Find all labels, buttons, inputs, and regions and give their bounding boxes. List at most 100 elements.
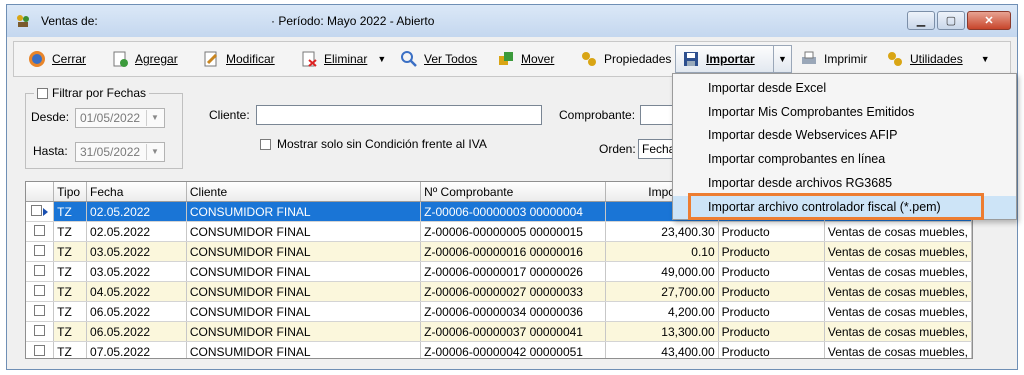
row-checkbox-cell[interactable] [26,241,55,262]
cell-comprobante: Z-00006-00000003 00000004 [420,201,606,222]
cerrar-button[interactable]: Cerrar [28,42,86,76]
cell-importe: 27,700.00 [605,281,719,302]
filtrar-checkbox[interactable] [37,87,48,99]
propiedades-button[interactable]: Propiedades [580,42,671,76]
desde-date-field[interactable]: 01/05/2022 ▼ [75,108,165,128]
row-checkbox[interactable] [34,344,46,356]
importar-button[interactable]: Importar ▼ [675,45,792,73]
menu-item-import[interactable]: Importar desde archivos RG3685 [673,172,1016,195]
cell-concepto: Ventas de cosas muebles, [824,241,972,262]
cell-fecha: 06.05.2022 [86,321,187,342]
chevron-down-icon[interactable]: ▼ [981,54,990,64]
mover-button[interactable]: Mover [497,42,554,76]
cell-cliente: CONSUMIDOR FINAL [186,281,422,302]
row-checkbox[interactable] [34,224,46,236]
toolbar: Cerrar Agregar Modificar Eliminar ▼ Ver … [13,41,1011,77]
table-row[interactable]: TZ 04.05.2022 CONSUMIDOR FINAL Z-00006-0000… [26,281,972,302]
hasta-label: Hasta: [33,144,68,158]
row-checkbox-cell[interactable] [26,301,55,322]
row-checkbox-cell[interactable] [26,341,55,358]
orden-label: Orden: [599,142,636,156]
edit-document-icon [204,51,218,67]
row-checkbox[interactable] [34,284,46,296]
mover-label: Mover [521,52,555,66]
ver-todos-button[interactable]: Ver Todos [400,42,477,76]
menu-item-import[interactable]: Importar desde Excel [673,77,1016,100]
imprimir-button[interactable]: Imprimir [800,42,867,76]
cell-cliente: CONSUMIDOR FINAL [186,321,422,342]
table-row[interactable]: TZ 06.05.2022 CONSUMIDOR FINAL Z-00006-0000… [26,321,972,342]
menu-item-import[interactable]: Importar Mis Comprobantes Emitidos [673,101,1016,124]
row-checkbox-cell[interactable] [26,201,55,222]
hasta-date-field[interactable]: 31/05/2022 ▼ [75,142,165,162]
table-row[interactable]: TZ 03.05.2022 CONSUMIDOR FINAL Z-00006-0000… [26,241,972,262]
cell-concepto: Ventas de cosas muebles, [824,221,972,242]
table-row[interactable]: TZ 06.05.2022 CONSUMIDOR FINAL Z-00006-0000… [26,301,972,322]
row-checkbox[interactable] [34,264,46,276]
cell-concepto: Ventas de cosas muebles, [824,281,972,302]
maximize-icon[interactable]: ▢ [937,11,965,30]
cell-comprobante: Z-00006-00000027 00000033 [420,281,606,302]
cell-cliente: CONSUMIDOR FINAL [186,221,422,242]
desde-label: Desde: [31,110,70,124]
cliente-label: Cliente: [209,108,250,122]
mostrar-checkbox[interactable] [260,139,271,150]
row-checkbox[interactable] [34,244,46,256]
app-icon [17,15,29,27]
agregar-button[interactable]: Agregar [111,42,178,76]
column-header[interactable] [26,182,55,202]
row-checkbox-cell[interactable] [26,321,55,342]
column-header-cliente[interactable]: Cliente [186,182,422,202]
eliminar-label: Eliminar [324,52,368,66]
row-checkbox[interactable] [34,324,46,336]
eliminar-button[interactable]: Eliminar ▼ [300,42,386,76]
title-bar[interactable]: Ventas de: · Período: Mayo 2022 - Abiert… [7,5,1017,37]
column-header-tipo[interactable]: Tipo [53,182,88,202]
desde-value: 01/05/2022 [80,111,141,125]
menu-item-import[interactable]: Importar archivo controlador fiscal (*.p… [673,195,1016,219]
column-header-comprobante[interactable]: Nº Comprobante [420,182,606,202]
cell-cliente: CONSUMIDOR FINAL [186,201,422,222]
row-checkbox[interactable] [34,304,46,316]
table-row[interactable]: TZ 02.05.2022 CONSUMIDOR FINAL Z-00006-0000… [26,221,972,242]
row-checkbox-cell[interactable] [26,221,55,242]
cell-tipo: TZ [53,321,88,342]
cell-comprobante: Z-00006-00000017 00000026 [420,261,606,282]
cell-fecha: 07.05.2022 [86,341,187,358]
cliente-input[interactable] [256,105,542,125]
table-row[interactable]: TZ 03.05.2022 CONSUMIDOR FINAL Z-00006-0000… [26,261,972,282]
table-row[interactable]: TZ 07.05.2022 CONSUMIDOR FINAL Z-00006-0000… [26,341,972,358]
comprobante-label: Comprobante: [559,108,636,122]
search-icon [401,51,417,67]
modificar-button[interactable]: Modificar [202,42,275,76]
cell-importe: 43,400.00 [605,341,719,358]
cell-tipo: TZ [53,201,88,222]
cell-importe: 49,000.00 [605,261,719,282]
period-label: · Período: Mayo 2022 - Abierto [271,14,435,28]
minimize-icon[interactable]: ▁ [907,11,935,30]
chevron-down-icon[interactable]: ▼ [377,54,386,64]
properties-icon [582,52,596,66]
agregar-label: Agregar [135,52,178,66]
row-checkbox-cell[interactable] [26,261,55,282]
close-icon[interactable]: ✕ [967,11,1011,30]
cell-comprobante: Z-00006-00000042 00000051 [420,341,606,358]
mostrar-label: Mostrar solo sin Condición frente al IVA [277,137,487,151]
menu-item-import[interactable]: Importar comprobantes en línea [673,148,1016,171]
row-checkbox-cell[interactable] [26,281,55,302]
cell-fecha: 06.05.2022 [86,301,187,322]
cell-cliente: CONSUMIDOR FINAL [186,261,422,282]
chevron-down-icon[interactable]: ▼ [146,144,163,160]
cell-fecha: 03.05.2022 [86,241,187,262]
utilidades-button[interactable]: Utilidades ▼ [886,42,990,76]
cell-tipo: TZ [53,221,88,242]
menu-item-import[interactable]: Importar desde Webservices AFIP [673,124,1016,147]
chevron-down-icon[interactable]: ▼ [773,46,791,72]
add-document-icon [113,51,128,67]
tools-icon [888,52,902,66]
column-header-fecha[interactable]: Fecha [86,182,187,202]
chevron-down-icon[interactable]: ▼ [146,110,163,126]
row-checkbox[interactable] [31,204,43,216]
utilidades-label: Utilidades [910,52,963,66]
cell-tipo: TZ [53,261,88,282]
